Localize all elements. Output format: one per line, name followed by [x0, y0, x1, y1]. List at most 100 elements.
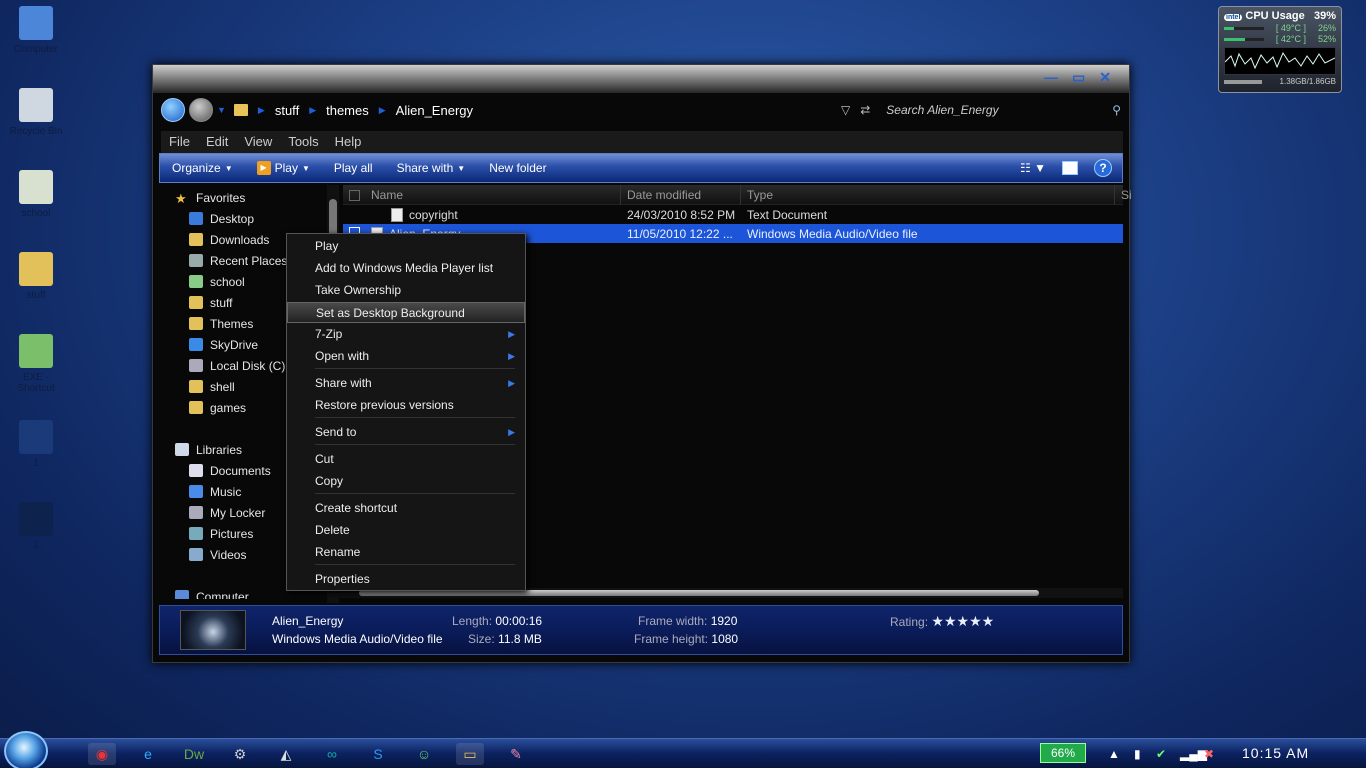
- context-menu-item-create-shortcut[interactable]: Create shortcut: [287, 498, 525, 519]
- skype-icon[interactable]: S: [364, 743, 392, 765]
- star-icon[interactable]: ★: [969, 613, 982, 629]
- menu-separator: [315, 444, 515, 445]
- breadcrumb-stuff[interactable]: stuff: [275, 103, 299, 118]
- desktop-icon[interactable]: EXE - Shortcut: [4, 334, 68, 404]
- desktop-icon-label: 2: [33, 540, 39, 551]
- context-menu-item-share-with[interactable]: Share with ▶: [287, 373, 525, 394]
- desktop-icon[interactable]: 1: [4, 420, 68, 490]
- close-button[interactable]: ✕: [1099, 69, 1111, 86]
- context-menu-item-set-as-desktop-background[interactable]: Set as Desktop Background: [287, 302, 525, 323]
- image-icon: [19, 420, 53, 454]
- context-menu-item-cut[interactable]: Cut: [287, 449, 525, 470]
- network-icon[interactable]: ▂▄▆: [1180, 747, 1207, 761]
- organize-button[interactable]: Organize ▼: [160, 161, 245, 175]
- search-input[interactable]: Search Alien_Energy: [886, 103, 1112, 117]
- size-label: Size:: [468, 632, 495, 646]
- nav-item-label: Documents: [210, 463, 271, 478]
- breadcrumb-alien-energy[interactable]: Alien_Energy: [396, 103, 473, 118]
- clock[interactable]: 10:15 AM: [1242, 745, 1309, 761]
- arduino-icon[interactable]: ∞: [318, 743, 346, 765]
- paint-icon[interactable]: ✎: [502, 743, 530, 765]
- column-date-modified[interactable]: Date modified: [621, 184, 741, 205]
- intel-logo-icon: intel: [1224, 14, 1243, 21]
- new-folder-button[interactable]: New folder: [477, 161, 558, 175]
- help-button[interactable]: ?: [1094, 159, 1112, 177]
- ie-icon[interactable]: e: [134, 743, 162, 765]
- context-menu-item-properties[interactable]: Properties: [287, 569, 525, 590]
- volume-muted-icon[interactable]: ✖: [1204, 747, 1214, 761]
- context-menu-item-send-to[interactable]: Send to ▶: [287, 422, 525, 443]
- nav-item-label: Downloads: [210, 232, 270, 247]
- back-button[interactable]: [161, 98, 185, 122]
- nav-favorites[interactable]: ★ Favorites: [161, 187, 327, 208]
- play-button[interactable]: ▶ Play ▼: [245, 161, 322, 175]
- battery-icon[interactable]: ▮: [1134, 747, 1141, 761]
- menu-edit[interactable]: Edit: [198, 131, 236, 153]
- play-all-button[interactable]: Play all: [322, 161, 385, 175]
- context-menu-item-copy[interactable]: Copy: [287, 471, 525, 492]
- forward-button[interactable]: [189, 98, 213, 122]
- column-type[interactable]: Type: [741, 184, 1115, 205]
- view-options-icon[interactable]: ☷ ▼: [1020, 161, 1046, 175]
- context-menu-item-restore-previous-versions[interactable]: Restore previous versions: [287, 395, 525, 416]
- nav-item-label: stuff: [210, 295, 233, 310]
- start-button[interactable]: [4, 731, 48, 768]
- menu-view[interactable]: View: [236, 131, 280, 153]
- file-row-copyright[interactable]: copyright 24/03/2010 8:52 PM Text Docume…: [343, 205, 1123, 224]
- security-icon[interactable]: ✔: [1156, 747, 1166, 761]
- context-menu-item-7-zip[interactable]: 7-Zip ▶: [287, 324, 525, 345]
- share-with-button[interactable]: Share with ▼: [385, 161, 478, 175]
- breadcrumb[interactable]: ▶ stuff ▶ themes ▶ Alien_Energy: [233, 103, 473, 118]
- column-name[interactable]: Name: [365, 184, 621, 205]
- desktop-icon[interactable]: school: [4, 170, 68, 240]
- maximize-button[interactable]: ▭: [1072, 69, 1085, 86]
- context-menu-item-add-to-windows-media-player-list[interactable]: Add to Windows Media Player list: [287, 258, 525, 279]
- libraries-label: Libraries: [196, 442, 243, 457]
- app-icon[interactable]: ⚙: [226, 743, 254, 765]
- dreamweaver-icon[interactable]: Dw: [180, 743, 208, 765]
- search-box[interactable]: ▽ ⇄ Search Alien_Energy ⚲: [841, 99, 1121, 121]
- search-icon[interactable]: ⚲: [1112, 103, 1121, 117]
- folder-icon: [189, 506, 203, 519]
- menu-tools[interactable]: Tools: [280, 131, 326, 153]
- recent-pages-dropdown-icon[interactable]: ▼: [217, 105, 226, 115]
- menu-file[interactable]: File: [161, 131, 198, 153]
- desktop-icon[interactable]: 2: [4, 502, 68, 572]
- nav-item-desktop[interactable]: Desktop: [161, 208, 327, 229]
- messenger-icon[interactable]: ☺: [410, 743, 438, 765]
- folder-icon: [189, 296, 203, 309]
- explorer-icon[interactable]: ▭: [456, 743, 484, 765]
- desktop-icon[interactable]: Computer: [4, 6, 68, 76]
- select-all-checkbox[interactable]: [343, 185, 365, 205]
- refresh-icon[interactable]: ⇄: [860, 103, 870, 117]
- star-icon[interactable]: ★: [931, 613, 944, 629]
- star-icon[interactable]: ★: [944, 613, 957, 629]
- chrome-icon[interactable]: ◉: [88, 743, 116, 765]
- desktop-icon[interactable]: Recycle Bin: [4, 88, 68, 158]
- context-menu-item-delete[interactable]: Delete: [287, 520, 525, 541]
- column-size[interactable]: Si: [1115, 185, 1132, 205]
- minimize-button[interactable]: —: [1044, 69, 1058, 86]
- context-menu-item-open-with[interactable]: Open with ▶: [287, 346, 525, 367]
- length-value: 00:00:16: [495, 614, 543, 628]
- context-menu-item-rename[interactable]: Rename: [287, 542, 525, 563]
- desktop-icon-label: 1: [33, 458, 39, 469]
- address-bar-row: ▼ ▶ stuff ▶ themes ▶ Alien_Energy ▽ ⇄ Searc…: [161, 95, 1123, 125]
- breadcrumb-themes[interactable]: themes: [326, 103, 369, 118]
- preview-pane-icon[interactable]: [1062, 161, 1078, 175]
- rating-stars[interactable]: ★★★★★: [931, 613, 995, 629]
- chevron-down-icon: ▼: [457, 163, 466, 173]
- cpu-usage-gadget[interactable]: intel CPU Usage 39% [ 49°C ] 26% [ 42°C ] 52…: [1218, 6, 1342, 93]
- context-menu-item-take-ownership[interactable]: Take Ownership: [287, 280, 525, 301]
- address-dropdown-icon[interactable]: ▽: [841, 103, 850, 117]
- desktop-icon[interactable]: stuff: [4, 252, 68, 322]
- menu-help[interactable]: Help: [327, 131, 370, 153]
- context-menu-item-play[interactable]: Play: [287, 236, 525, 257]
- star-icon[interactable]: ★: [982, 613, 995, 629]
- unity-icon[interactable]: ◭: [272, 743, 300, 765]
- video-thumbnail: [180, 610, 246, 650]
- show-hidden-icons-icon[interactable]: ▲: [1108, 747, 1120, 761]
- battery-indicator[interactable]: 66%: [1040, 743, 1086, 763]
- star-icon[interactable]: ★: [957, 613, 970, 629]
- title-bar[interactable]: [153, 65, 1129, 93]
